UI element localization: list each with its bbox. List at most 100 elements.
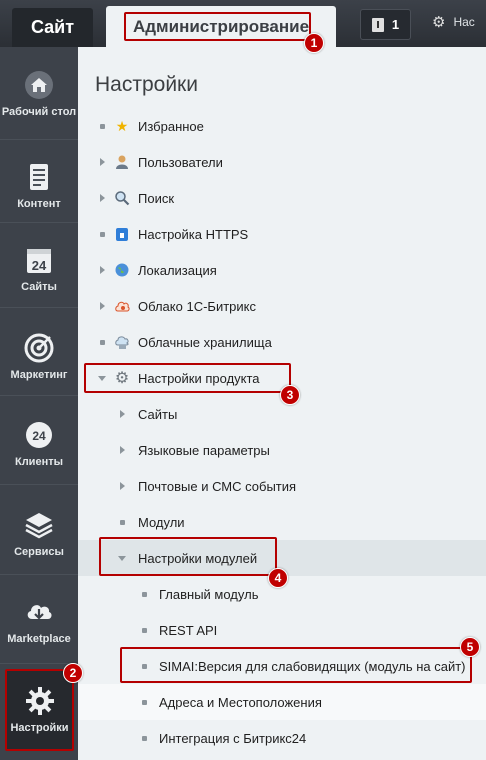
sidebar-item-marketplace[interactable]: Marketplace <box>0 597 78 646</box>
gear-icon: ⚙ <box>432 14 446 31</box>
menu-item-https[interactable]: Настройка HTTPS <box>78 216 486 252</box>
notifications-count: 1 <box>391 17 400 32</box>
highlight-box-module-settings <box>99 537 277 576</box>
sidebar-item-label: Настройки <box>10 721 69 734</box>
svg-text:24: 24 <box>32 258 47 273</box>
sidebar-divider <box>0 307 78 308</box>
bullet-marker <box>118 518 126 526</box>
callout-badge: 3 <box>280 385 300 405</box>
callout-badge: 4 <box>268 568 288 588</box>
calendar-24-icon: 24 <box>27 249 51 273</box>
cloud-storage-icon <box>115 336 129 349</box>
menu-item-label: REST API <box>159 622 218 638</box>
sidebar-item-label: Сайты <box>21 281 57 293</box>
callout-badge: 1 <box>304 33 324 53</box>
search-icon <box>115 191 130 206</box>
sidebar-item-sites[interactable]: 24 Сайты <box>0 245 78 294</box>
menu-item-label: Почтовые и СМС события <box>138 478 297 494</box>
highlight-box-administration <box>124 12 311 41</box>
menu-item-label: Сайты <box>138 406 178 422</box>
menu-item-label: Языковые параметры <box>138 442 270 458</box>
bullet-marker <box>140 590 148 598</box>
globe-icon <box>115 263 129 277</box>
top-settings-label: Нас <box>453 15 475 29</box>
document-icon <box>30 164 48 190</box>
gear-icon <box>25 686 54 715</box>
notification-icon <box>371 17 384 32</box>
star-icon: ★ <box>115 117 129 134</box>
menu-item-favorites[interactable]: ★ Избранное <box>78 108 486 144</box>
menu-item-label: Локализация <box>138 262 217 278</box>
sidebar-item-services[interactable]: Сервисы <box>0 510 78 559</box>
bullet-marker <box>140 698 148 706</box>
expand-arrow-icon[interactable] <box>98 194 106 202</box>
sidebar-divider <box>0 574 78 575</box>
sidebar-item-desktop[interactable]: Рабочий стол <box>0 70 78 119</box>
callout-badge: 2 <box>63 663 83 683</box>
notifications-button[interactable]: 1 <box>360 9 411 40</box>
sidebar-item-label: Маркетинг <box>10 369 68 381</box>
menu-item-addresses-locations[interactable]: Адреса и Местоположения <box>78 684 486 720</box>
menu-item-label: Адреса и Местоположения <box>159 694 322 710</box>
sidebar-item-content[interactable]: Контент <box>0 162 78 211</box>
menu-item-label: Главный модуль <box>159 586 259 602</box>
sidebar-item-label: Marketplace <box>7 633 71 645</box>
sidebar-item-label: Рабочий стол <box>1 106 77 118</box>
expand-arrow-icon[interactable] <box>118 410 126 418</box>
highlight-box-simai <box>120 647 472 683</box>
bullet-marker <box>140 626 148 634</box>
sidebar-item-marketing[interactable]: Маркетинг <box>0 333 78 382</box>
menu-item-search[interactable]: Поиск <box>78 180 486 216</box>
top-settings-link[interactable]: ⚙ Нас <box>432 13 475 31</box>
cloud-bitrix-icon <box>115 301 130 312</box>
tab-site[interactable]: Сайт <box>12 8 93 47</box>
menu-item-label: Облачные хранилища <box>138 334 272 350</box>
sidebar-item-label: Сервисы <box>14 546 64 558</box>
menu-item-label: Избранное <box>138 118 204 134</box>
menu-item-bitrix-cloud[interactable]: Облако 1С-Битрикс <box>78 288 486 324</box>
menu-item-label: Поиск <box>138 190 175 206</box>
bullet-marker <box>140 734 148 742</box>
sidebar-item-label: Контент <box>17 198 61 210</box>
sidebar-divider <box>0 139 78 140</box>
sidebar-divider <box>0 395 78 396</box>
sidebar: Рабочий стол Контент 24 Сайты Маркетинг <box>0 47 78 760</box>
expand-arrow-icon[interactable] <box>98 266 106 274</box>
highlight-box-product-settings <box>84 363 291 393</box>
menu-item-cloud-storage[interactable]: Облачные хранилища <box>78 324 486 360</box>
menu-item-label: Интеграция с Битрикс24 <box>159 730 307 746</box>
user-icon <box>116 155 128 169</box>
menu-item-mail-sms-events[interactable]: Почтовые и СМС события <box>78 468 486 504</box>
svg-text:24: 24 <box>32 429 46 443</box>
bullet-marker <box>98 122 106 130</box>
menu-item-rest-api[interactable]: REST API <box>78 612 486 648</box>
expand-arrow-icon[interactable] <box>118 446 126 454</box>
menu-item-label: Модули <box>138 514 185 530</box>
layers-icon <box>25 513 53 539</box>
sidebar-item-label: Клиенты <box>14 456 63 468</box>
bullet-marker <box>98 230 106 238</box>
expand-arrow-icon[interactable] <box>98 158 106 166</box>
sidebar-divider <box>0 222 78 223</box>
home-icon <box>25 71 53 99</box>
sidebar-item-settings[interactable]: Настройки <box>5 669 74 751</box>
expand-arrow-icon[interactable] <box>118 482 126 490</box>
menu-item-label: Настройка HTTPS <box>138 226 249 242</box>
menu-item-label: Облако 1С-Битрикс <box>138 298 256 314</box>
sidebar-item-clients[interactable]: 24 Клиенты <box>0 420 78 469</box>
menu-item-language-params[interactable]: Языковые параметры <box>78 432 486 468</box>
page-title: Настройки <box>95 73 198 96</box>
menu-item-localization[interactable]: Локализация <box>78 252 486 288</box>
menu-item-modules[interactable]: Модули <box>78 504 486 540</box>
lock-icon <box>116 228 128 241</box>
bullet-marker <box>98 338 106 346</box>
target-icon <box>24 333 54 363</box>
menu-item-label: Пользователи <box>138 154 223 170</box>
callout-badge: 5 <box>460 637 480 657</box>
expand-arrow-icon[interactable] <box>98 302 106 310</box>
menu-item-users[interactable]: Пользователи <box>78 144 486 180</box>
cloud-download-icon <box>27 605 52 620</box>
clients-24-icon: 24 <box>26 422 52 448</box>
sidebar-divider <box>0 484 78 485</box>
menu-item-bitrix24-integration[interactable]: Интеграция с Битрикс24 <box>78 720 486 756</box>
